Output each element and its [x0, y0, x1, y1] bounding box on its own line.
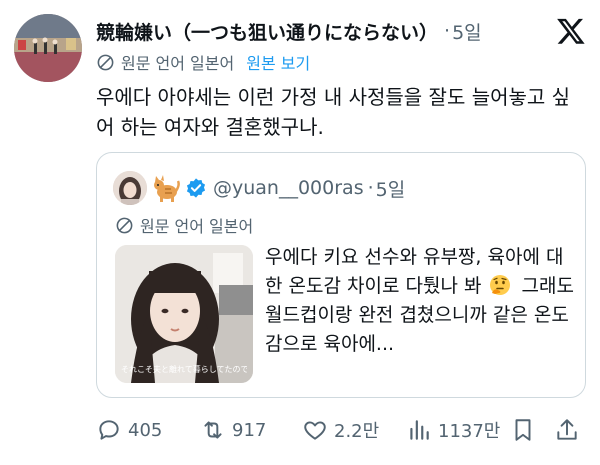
quoted-tweet-header: @yuan__000ras · 5일 — [113, 171, 405, 205]
repost-icon — [204, 421, 222, 439]
repost-count: 917 — [232, 419, 267, 441]
thinking-face-emoji-icon — [489, 275, 510, 295]
reply-count: 405 — [128, 419, 163, 441]
thumbnail-caption: それこそ夫と離れて暮らしてたので — [121, 365, 247, 374]
tweet-action-bar: 405 917 2.2만 1137만 — [96, 414, 586, 446]
quoted-media-thumbnail[interactable]: それこそ夫と離れて暮らしてたので — [115, 245, 253, 383]
separator-dot: · — [444, 20, 451, 42]
like-button[interactable]: 2.2만 — [302, 414, 379, 446]
quoted-author-handle[interactable]: @yuan__000ras — [213, 177, 364, 199]
like-icon — [304, 421, 326, 440]
quoted-tweet-text: 우에다 키요 선수와 유부짱, 육아에 대한 온도감 차이로 다퉜나 봐 그래도… — [265, 243, 575, 359]
share-icon — [557, 419, 577, 440]
globe-icon — [97, 54, 114, 70]
author-display-name[interactable]: 競輪嫌い（一つも狙い通りにならない） — [96, 18, 438, 45]
like-count: 2.2만 — [334, 421, 380, 442]
verified-badge-icon — [186, 178, 206, 198]
quoted-author-avatar[interactable] — [113, 171, 147, 205]
reply-icon — [99, 420, 119, 440]
translation-notice: 원문 언어 일본어 원본 보기 — [96, 50, 310, 74]
author-avatar[interactable] — [14, 14, 82, 82]
cat-emoji-icon — [154, 175, 180, 202]
views-icon — [410, 420, 429, 440]
quoted-text-part-1: 우에다 키요 선수와 유부짱, 육아에 대한 온도감 차이로 다퉜나 봐 — [265, 246, 564, 297]
quoted-translation-notice: 원문 언어 일본어 — [115, 213, 253, 237]
views-button[interactable]: 1137만 — [406, 414, 500, 446]
translation-source-label: 원문 언어 일본어 — [121, 54, 235, 73]
bookmark-button[interactable] — [510, 414, 542, 446]
show-original-link[interactable]: 원본 보기 — [246, 50, 310, 74]
quoted-timestamp[interactable]: 5일 — [376, 175, 406, 202]
share-button[interactable] — [554, 414, 586, 446]
tweet-timestamp[interactable]: 5일 — [452, 18, 482, 45]
x-logo-icon[interactable] — [556, 16, 586, 46]
tweet-header: 競輪嫌い（一つも狙い通りにならない） · 5일 — [96, 14, 540, 48]
quoted-translation-label: 원문 언어 일본어 — [140, 217, 254, 236]
views-count: 1137만 — [438, 421, 501, 442]
quoted-separator-dot: · — [367, 177, 374, 199]
repost-button[interactable]: 917 — [200, 414, 266, 446]
bookmark-icon — [515, 419, 531, 441]
globe-icon — [116, 217, 133, 233]
tweet-text: 우에다 아야세는 이런 가정 내 사정들을 잘도 늘어놓고 싶어 하는 여자와 … — [96, 85, 571, 139]
reply-button[interactable]: 405 — [96, 414, 162, 446]
quoted-tweet-card[interactable]: @yuan__000ras · 5일 원문 언어 일본어 それこそ夫と離れて暮ら… — [96, 152, 586, 398]
